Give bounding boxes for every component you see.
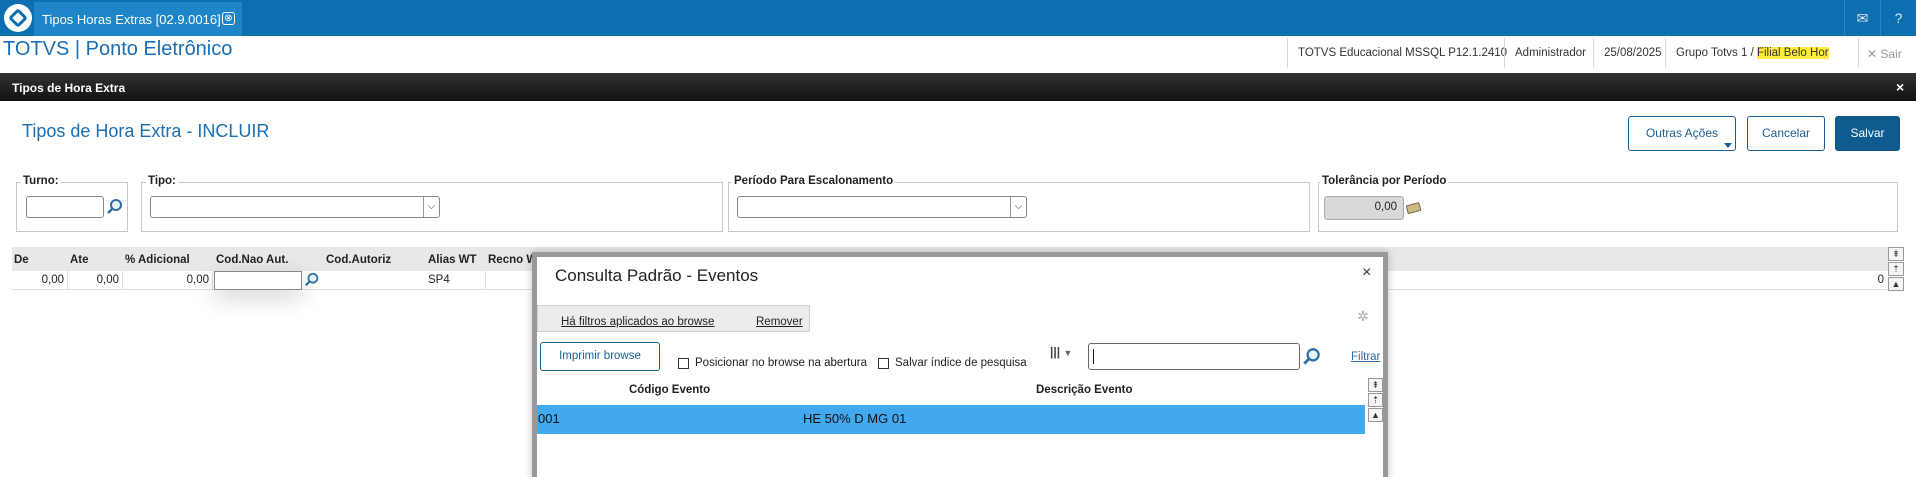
- date-info: 25/08/2025: [1593, 38, 1672, 68]
- close-icon: ✕: [1867, 47, 1878, 61]
- search-input[interactable]: [1088, 343, 1300, 370]
- col-header-ate[interactable]: Ate: [70, 254, 89, 266]
- filters-applied-link[interactable]: Há filtros aplicados ao browse: [561, 316, 714, 328]
- tolerancia-field[interactable]: 0,00: [1324, 196, 1404, 220]
- periodo-select[interactable]: ⌵: [737, 196, 1027, 218]
- cell-adicional[interactable]: 0,00: [123, 271, 213, 290]
- grid-scrollbar[interactable]: ⇞ ⇡ ▲: [1888, 247, 1904, 291]
- chevron-down-icon[interactable]: ⌵: [1010, 197, 1026, 217]
- form-title: Tipos de Hora Extra - INCLUIR: [22, 121, 270, 141]
- col-header-codigo-evento[interactable]: Código Evento: [629, 384, 710, 396]
- environment-info: TOTVS Educacional MSSQL P12.1.2410: [1287, 38, 1517, 68]
- search-icon[interactable]: [1302, 347, 1322, 367]
- cell-ate[interactable]: 0,00: [68, 271, 123, 290]
- dialog-title: Consulta Padrão - Eventos: [555, 266, 759, 285]
- search-icon[interactable]: [304, 272, 320, 288]
- tolerancia-label: Tolerância por Período: [1320, 175, 1449, 187]
- app-title: TOTVS | Ponto Eletrônico: [3, 38, 233, 60]
- turno-label: Turno:: [21, 175, 61, 187]
- panel-title: Tipos de Hora Extra: [0, 73, 1916, 101]
- totvs-logo-icon[interactable]: [4, 4, 32, 32]
- dialog-close-icon[interactable]: ×: [1362, 264, 1371, 282]
- scroll-up-icon[interactable]: ▲: [1368, 408, 1383, 422]
- chevron-down-icon: [1724, 143, 1732, 148]
- user-info: Administrador: [1504, 38, 1596, 68]
- remove-filters-link[interactable]: Remover: [756, 316, 803, 328]
- save-button[interactable]: Salvar: [1835, 116, 1900, 151]
- branch-info[interactable]: Grupo Totvs 1 / Filial Belo Hor: [1665, 38, 1831, 68]
- columns-icon: |||: [1050, 345, 1061, 359]
- top-tab-bar: [0, 0, 1916, 36]
- list-item[interactable]: [537, 405, 1365, 434]
- calculator-icon[interactable]: [1405, 200, 1423, 216]
- chevron-down-icon: ▼: [1063, 348, 1073, 358]
- chevron-down-icon[interactable]: ⌵: [423, 197, 439, 217]
- help-icon[interactable]: ?: [1880, 0, 1916, 36]
- search-icon[interactable]: [106, 198, 124, 216]
- position-on-open-checkbox[interactable]: [678, 358, 689, 369]
- tab-tipos-horas-extras[interactable]: Tipos Horas Extras [02.9.0016] ⊗: [34, 2, 242, 36]
- save-index-checkbox[interactable]: [878, 358, 889, 369]
- cancel-button[interactable]: Cancelar: [1747, 116, 1825, 151]
- exit-button[interactable]: ✕ Sair: [1858, 38, 1916, 68]
- col-header-cod-nao-aut[interactable]: Cod.Nao Aut.: [216, 254, 288, 266]
- cell-last[interactable]: 0: [1870, 271, 1884, 290]
- group-label: Grupo Totvs 1 /: [1676, 47, 1757, 59]
- scroll-top-icon[interactable]: ⇞: [1888, 247, 1904, 261]
- cell-codigo-evento[interactable]: 001: [538, 411, 560, 426]
- tab-close-icon[interactable]: ⊗: [222, 12, 235, 25]
- col-header-alias-wt[interactable]: Alias WT: [428, 254, 477, 266]
- branch-label: Filial Belo Hor: [1756, 47, 1829, 59]
- tipo-select[interactable]: ⌵: [150, 196, 440, 218]
- col-header-recno-wt[interactable]: Recno W: [488, 254, 537, 266]
- dialog-scrollbar[interactable]: ⇞ ⇡ ▲: [1368, 378, 1383, 423]
- mail-icon[interactable]: ✉: [1844, 0, 1880, 36]
- col-header-adicional[interactable]: % Adicional: [125, 254, 190, 266]
- cod-nao-aut-input[interactable]: [214, 271, 302, 290]
- filter-link[interactable]: Filtrar: [1351, 351, 1380, 363]
- columns-selector[interactable]: ||| ▼: [1050, 345, 1086, 367]
- cell-alias-wt[interactable]: SP4: [426, 271, 486, 290]
- cell-cod-autoriz[interactable]: [326, 271, 422, 290]
- col-header-de[interactable]: De: [14, 254, 29, 266]
- cell-descricao-evento[interactable]: HE 50% D MG 01: [803, 411, 906, 426]
- print-browse-button[interactable]: Imprimir browse: [540, 342, 660, 371]
- scroll-up-icon[interactable]: ▲: [1888, 277, 1904, 291]
- turno-input[interactable]: [26, 196, 104, 218]
- col-header-descricao-evento[interactable]: Descrição Evento: [1036, 384, 1133, 396]
- position-on-open-label: Posicionar no browse na abertura: [695, 357, 867, 369]
- cell-de[interactable]: 0,00: [12, 271, 68, 290]
- other-actions-label: Outras Ações: [1645, 126, 1719, 140]
- col-header-cod-autoriz[interactable]: Cod.Autoriz: [326, 254, 391, 266]
- text-cursor: [1093, 349, 1094, 364]
- tab-label: Tipos Horas Extras [02.9.0016]: [42, 12, 221, 27]
- scroll-page-up-icon[interactable]: ⇡: [1888, 262, 1904, 276]
- periodo-label: Período Para Escalonamento: [732, 175, 896, 187]
- save-index-label: Salvar índice de pesquisa: [895, 357, 1027, 369]
- scroll-page-up-icon[interactable]: ⇡: [1368, 393, 1383, 407]
- other-actions-button[interactable]: Outras Ações: [1628, 116, 1736, 151]
- panel-close-icon[interactable]: ×: [1896, 79, 1904, 95]
- gear-icon[interactable]: ✲: [1357, 308, 1369, 325]
- tipo-label: Tipo:: [146, 175, 178, 187]
- exit-label: Sair: [1880, 47, 1902, 61]
- scroll-top-icon[interactable]: ⇞: [1368, 378, 1383, 392]
